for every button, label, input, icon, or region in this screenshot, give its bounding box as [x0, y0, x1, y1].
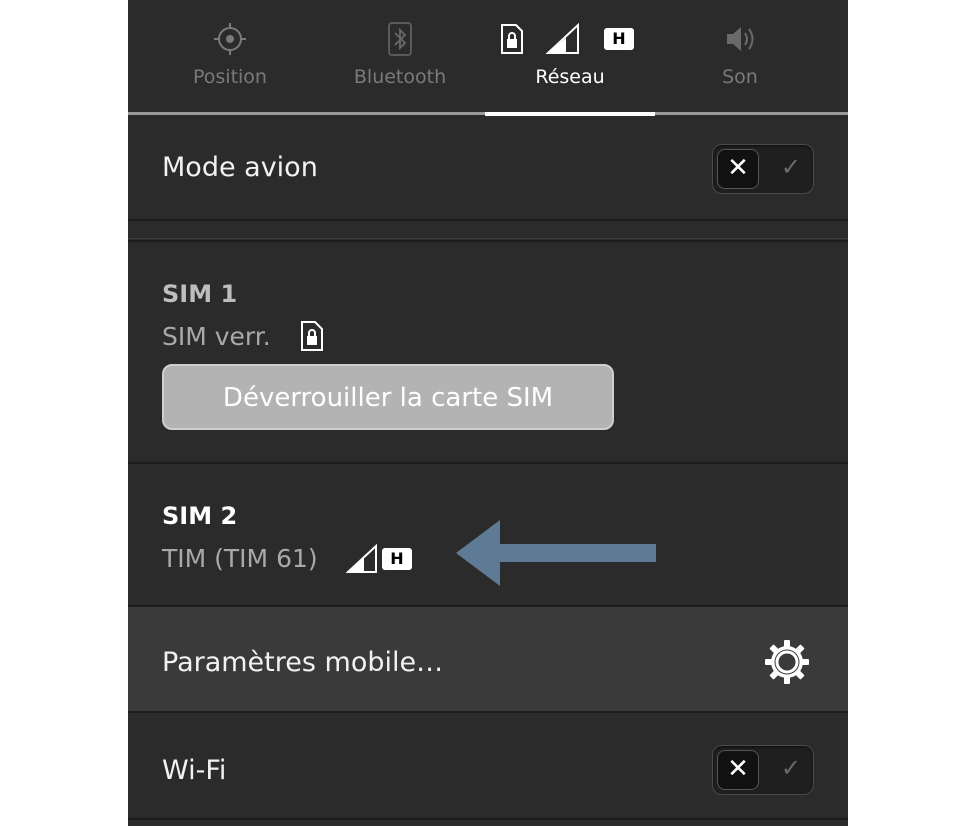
tab-position[interactable]: Position	[145, 0, 315, 112]
sim1-title: SIM 1	[162, 280, 238, 308]
divider	[128, 219, 848, 221]
check-icon: ✓	[780, 754, 801, 782]
network-type-badge: H	[382, 548, 412, 570]
sim1-status: SIM verr.	[162, 322, 271, 351]
tab-reseau[interactable]: H Réseau	[485, 0, 655, 112]
sim2-title: SIM 2	[162, 502, 238, 530]
airplane-mode-switch[interactable]: ✕ ✓	[712, 144, 814, 194]
wifi-row: Wi-Fi ✕ ✓	[128, 713, 848, 818]
sim-lock-icon	[300, 320, 324, 356]
check-icon: ✓	[780, 153, 801, 181]
wifi-switch[interactable]: ✕ ✓	[712, 745, 814, 795]
sim2-section: SIM 2 TIM (TIM 61) H	[128, 464, 848, 604]
airplane-mode-label: Mode avion	[162, 152, 318, 183]
bluetooth-icon	[387, 22, 413, 60]
unlock-sim-button[interactable]: Déverrouiller la carte SIM	[162, 364, 614, 430]
divider	[128, 238, 848, 239]
tab-reseau-label: Réseau	[535, 66, 605, 88]
arrow-left-icon	[456, 520, 658, 590]
network-type-badge: H	[604, 28, 634, 50]
mobile-settings-row[interactable]: Paramètres mobile…	[128, 607, 848, 711]
sim-lock-icon	[501, 24, 523, 54]
close-icon: ✕	[727, 754, 749, 784]
indicator-tabs: Position Bluetooth H Réseau Son	[128, 0, 848, 116]
network-status-icons: H	[500, 22, 640, 56]
tab-son-label: Son	[722, 66, 758, 88]
divider	[128, 818, 848, 820]
airplane-mode-row: Mode avion ✕ ✓	[128, 116, 848, 220]
wifi-label: Wi-Fi	[162, 755, 227, 786]
tab-position-label: Position	[193, 66, 267, 88]
mobile-settings-label: Paramètres mobile…	[162, 647, 444, 678]
crosshair-icon	[213, 22, 247, 60]
tab-bluetooth[interactable]: Bluetooth	[315, 0, 485, 112]
signal-icon	[545, 22, 579, 54]
network-indicator-panel: Position Bluetooth H Réseau Son Mode avi…	[128, 0, 848, 826]
close-icon: ✕	[727, 153, 749, 183]
speaker-icon	[723, 22, 757, 60]
sim2-carrier: TIM (TIM 61)	[162, 544, 318, 573]
signal-icon	[345, 543, 378, 578]
tab-bluetooth-label: Bluetooth	[353, 66, 447, 88]
tab-son[interactable]: Son	[655, 0, 825, 112]
gear-icon	[764, 639, 810, 689]
